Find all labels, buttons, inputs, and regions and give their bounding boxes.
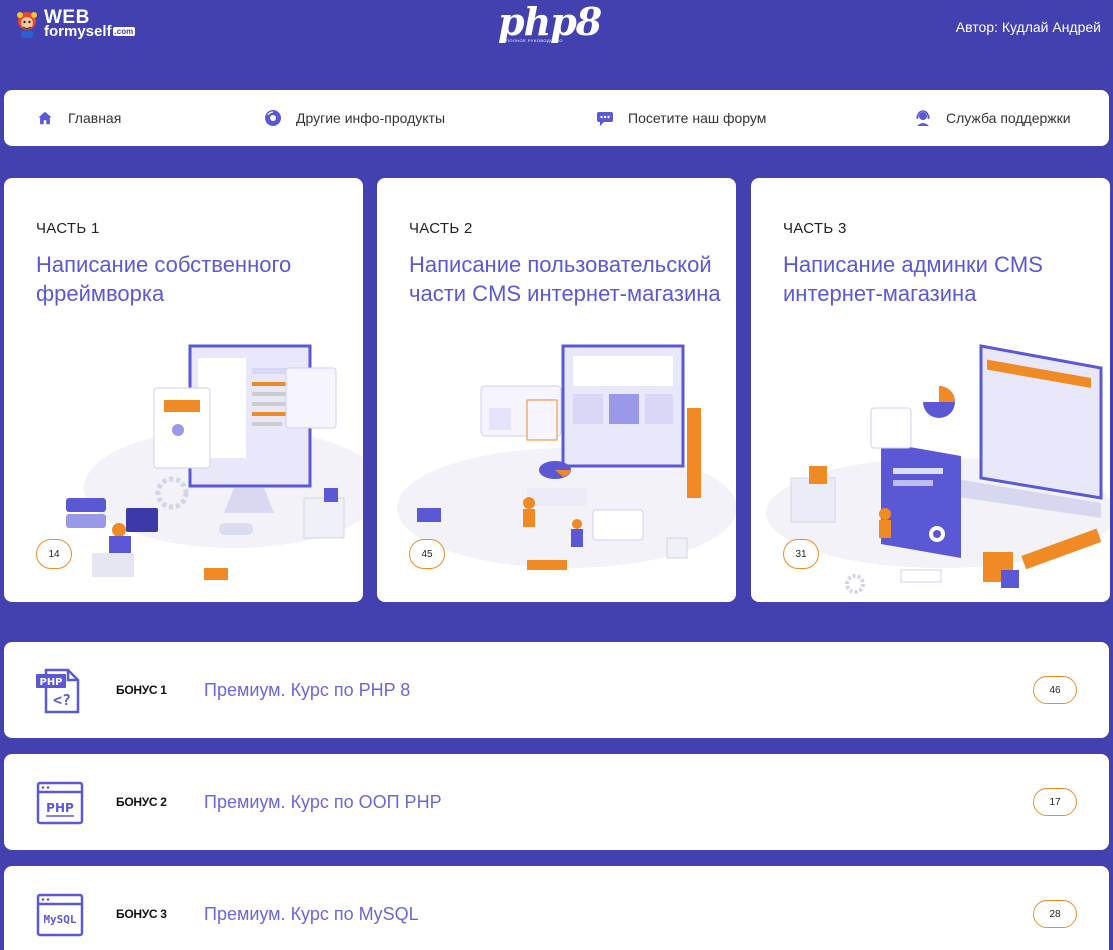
bonus-title: Премиум. Курс по ООП PHP	[204, 791, 442, 812]
part-kicker: ЧАСТЬ 1	[36, 220, 100, 237]
lesson-count-badge: 28	[1033, 900, 1077, 928]
logo-formyself-text: formyself	[44, 23, 112, 40]
part-card-3[interactable]: ЧАСТЬ 3 Написание админки CMS интернет-м…	[751, 178, 1110, 602]
support-icon	[914, 109, 932, 127]
bonus-title: Премиум. Курс по MySQL	[204, 903, 419, 924]
nav-item-support[interactable]: Служба поддержки	[914, 90, 1071, 146]
php-file-icon: PHP <?	[36, 668, 80, 714]
home-icon	[36, 109, 54, 127]
lesson-count-badge: 31	[783, 539, 819, 569]
disc-icon	[264, 109, 282, 127]
bonus-label: БОНУС 3	[116, 907, 167, 921]
php8-logo-text: php8	[498, 0, 602, 44]
nav-bar: Главная Другие инфо-продукты Посетите на…	[4, 90, 1109, 146]
part-title: Написание собственного фреймворка	[36, 252, 292, 306]
webformyself-logo[interactable]: WEB formyself .com	[14, 8, 136, 40]
bonus-row-2[interactable]: PHP БОНУС 2 Премиум. Курс по ООП PHP 17	[4, 754, 1109, 850]
nav-item-products[interactable]: Другие инфо-продукты	[264, 90, 445, 146]
lesson-count-badge: 17	[1033, 788, 1077, 816]
part-kicker: ЧАСТЬ 2	[409, 220, 473, 237]
lesson-count-badge: 45	[409, 539, 445, 569]
svg-text:PHP: PHP	[46, 801, 74, 815]
svg-text:PHP: PHP	[39, 677, 62, 688]
nav-label-home: Главная	[68, 110, 122, 126]
bonus-title: Премиум. Курс по PHP 8	[204, 679, 411, 700]
part-kicker: ЧАСТЬ 3	[783, 220, 847, 237]
mascot-icon	[17, 11, 37, 38]
nav-item-home[interactable]: Главная	[36, 90, 121, 146]
nav-label-products: Другие инфо-продукты	[296, 110, 446, 126]
header: WEB formyself .com php8 ПОЛНОЕ РУКОВОДСТВ…	[0, 0, 1113, 60]
php8-logo[interactable]: php8 ПОЛНОЕ РУКОВОДСТВО	[498, 2, 610, 46]
lesson-count-badge: 14	[36, 539, 72, 569]
author-name: Автор: Кудлай Андрей	[955, 19, 1101, 35]
nav-item-forum[interactable]: Посетите наш форум	[596, 90, 766, 146]
part-card-2[interactable]: ЧАСТЬ 2 Написание пользовательской части…	[377, 178, 736, 602]
bonus-row-1[interactable]: PHP <? БОНУС 1 Премиум. Курс по PHP 8 46	[4, 642, 1109, 738]
bonus-row-3[interactable]: MySQL БОНУС 3 Премиум. Курс по MySQL 28	[4, 866, 1109, 950]
svg-text:<?: <?	[53, 691, 71, 709]
chat-icon	[596, 109, 614, 127]
bonus-label: БОНУС 1	[116, 683, 167, 697]
lesson-count-badge: 46	[1033, 676, 1077, 704]
nav-label-support: Служба поддержки	[946, 110, 1071, 126]
nav-label-forum: Посетите наш форум	[628, 110, 767, 126]
svg-text:MySQL: MySQL	[43, 913, 76, 926]
php-window-icon: PHP	[36, 781, 84, 825]
php8-logo-subtitle: ПОЛНОЕ РУКОВОДСТВО	[506, 38, 563, 43]
bonus-label: БОНУС 2	[116, 795, 167, 809]
part-title: Написание пользовательской части CMS инт…	[409, 252, 721, 306]
logo-com-text: .com	[112, 27, 136, 37]
part-title: Написание админки CMS интернет-магазина	[783, 252, 1043, 306]
mysql-window-icon: MySQL	[36, 893, 84, 937]
part-card-1[interactable]: ЧАСТЬ 1 Написание собственного фреймворк…	[4, 178, 363, 602]
